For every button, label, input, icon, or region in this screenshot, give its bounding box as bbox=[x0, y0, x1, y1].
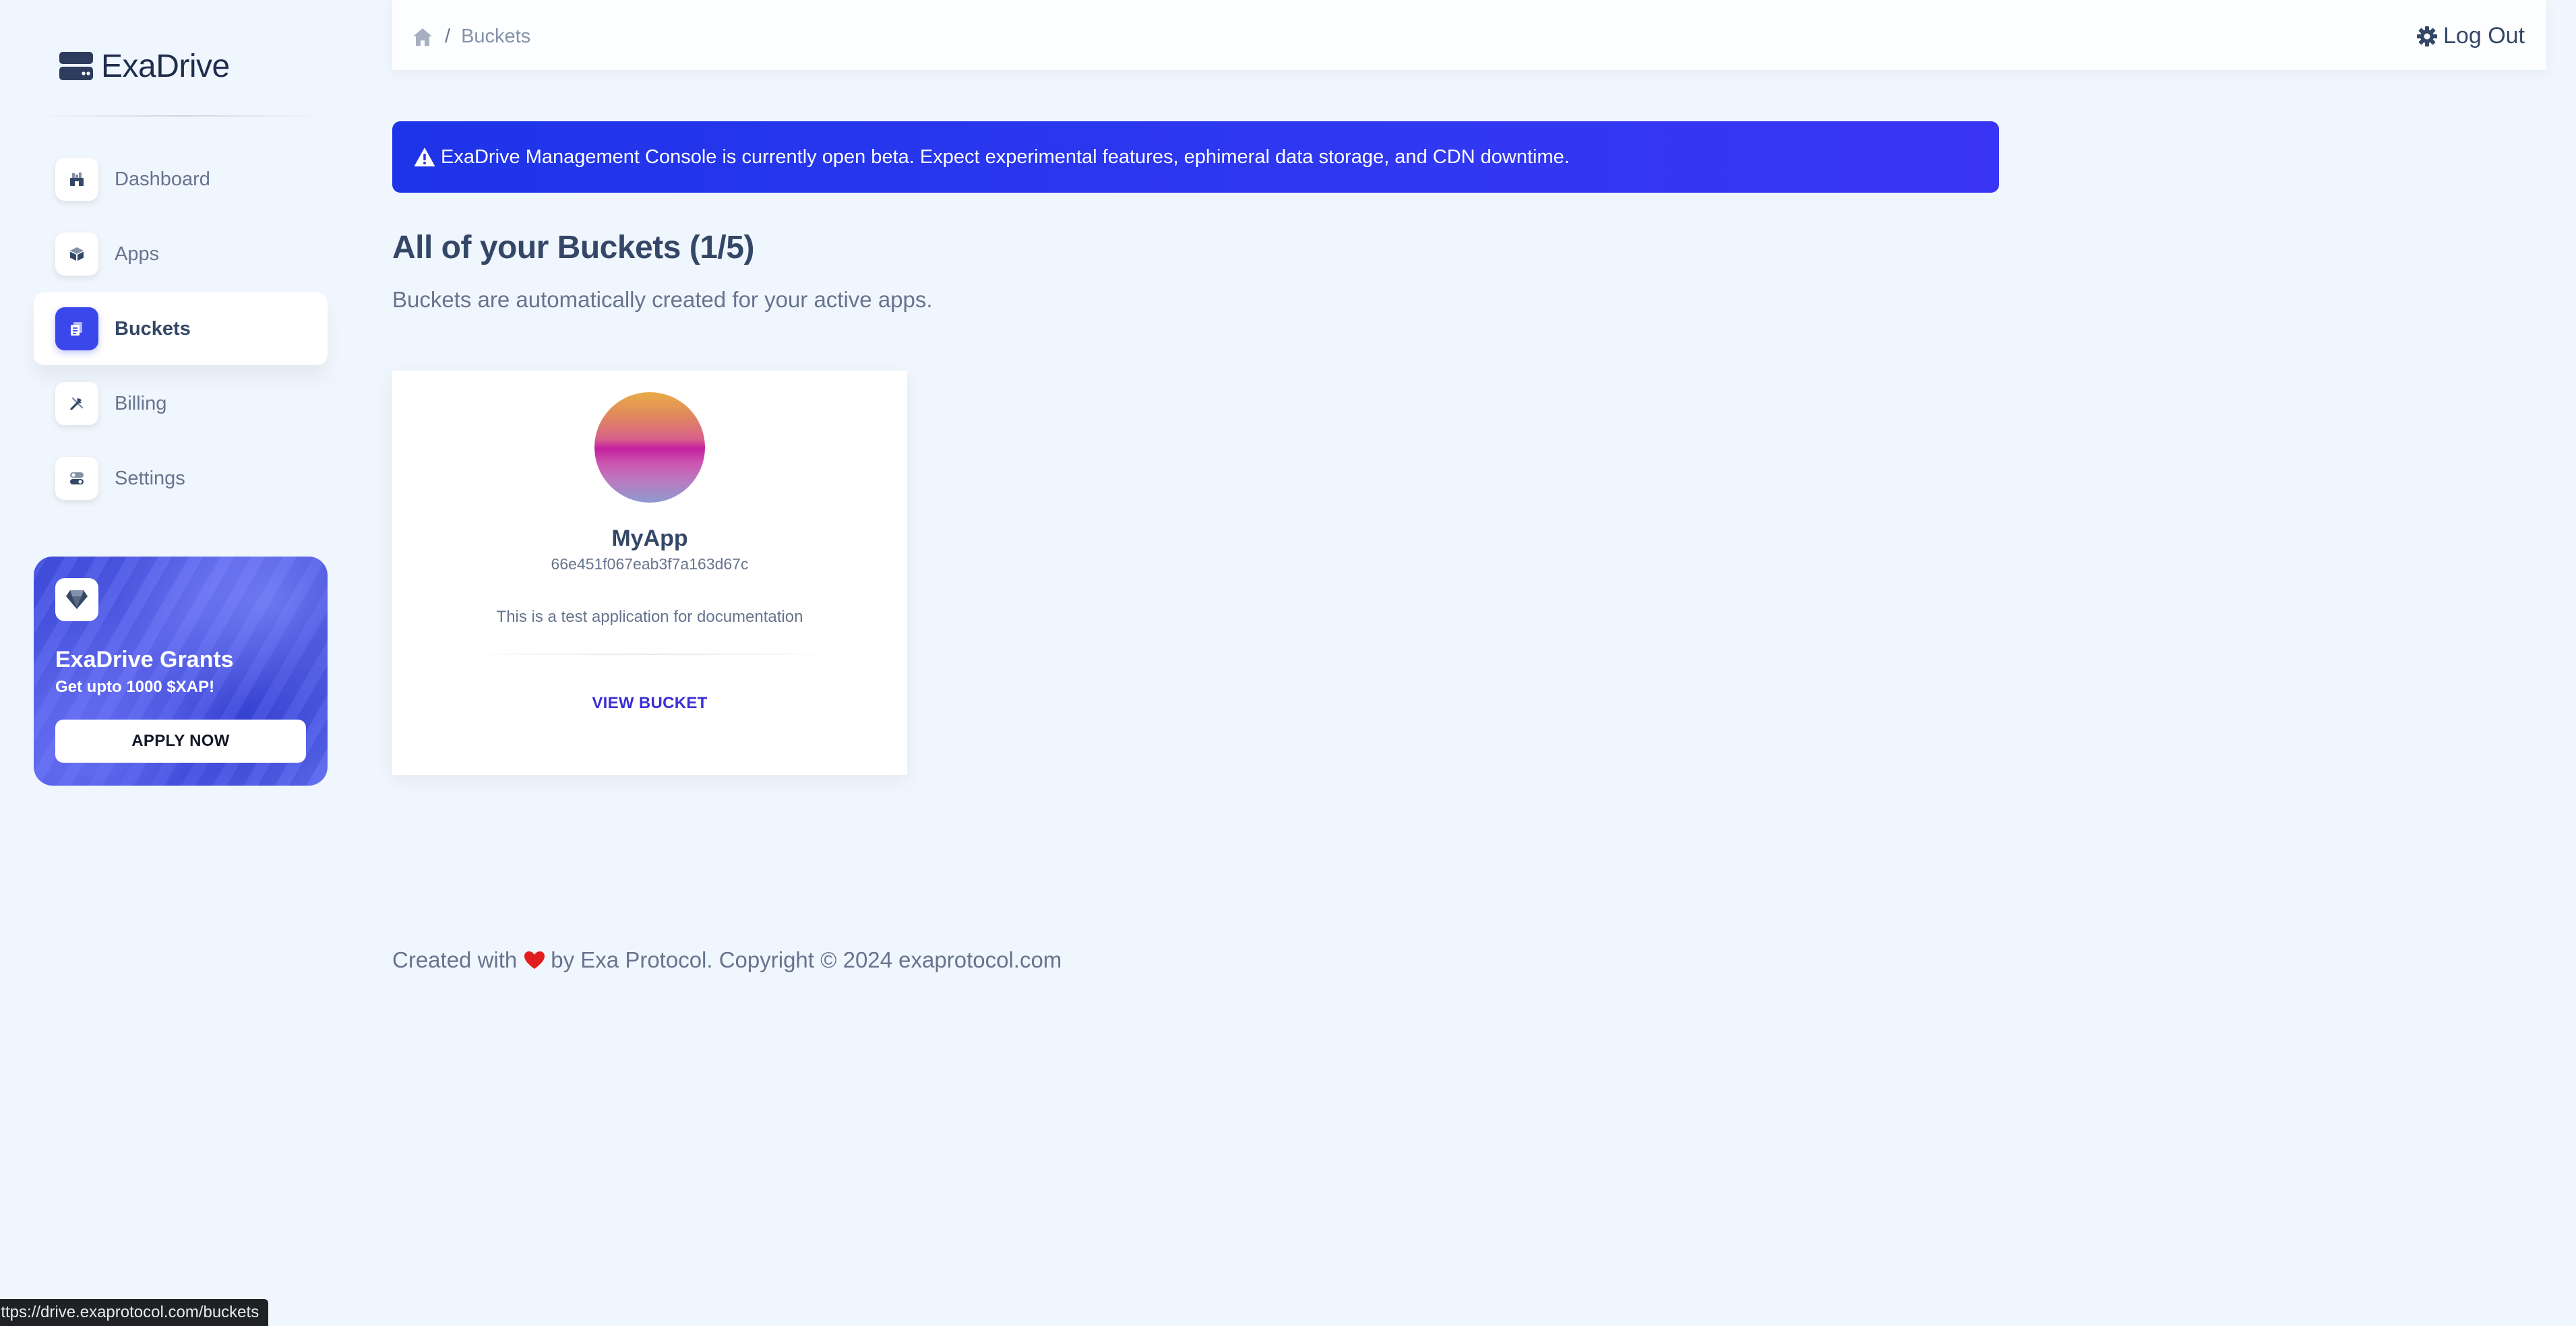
sidebar-item-label: Billing bbox=[115, 392, 167, 414]
document-icon bbox=[55, 307, 98, 350]
sidebar-item-dashboard[interactable]: Dashboard bbox=[34, 143, 328, 216]
bucket-name: MyApp bbox=[611, 526, 688, 551]
alert-text: ExaDrive Management Console is currently… bbox=[441, 146, 1570, 168]
page-subtitle: Buckets are automatically created for yo… bbox=[392, 287, 933, 312]
sidebar-item-label: Dashboard bbox=[115, 168, 210, 190]
card-divider bbox=[453, 654, 847, 655]
logout-label: Log Out bbox=[2443, 23, 2525, 49]
logout-button[interactable]: Log Out bbox=[2416, 23, 2525, 49]
sidebar-item-buckets[interactable]: Buckets bbox=[34, 292, 328, 365]
cube-icon bbox=[55, 232, 98, 276]
sidebar-item-billing[interactable]: Billing bbox=[34, 367, 328, 440]
sidebar-item-label: Settings bbox=[115, 467, 185, 489]
bucket-avatar bbox=[594, 392, 705, 503]
footer-prefix: Created with bbox=[392, 947, 518, 972]
breadcrumb-separator: / bbox=[445, 26, 451, 47]
diamond-icon bbox=[55, 578, 98, 621]
page-title: All of your Buckets (1/5) bbox=[392, 230, 754, 265]
sidebar-divider bbox=[34, 115, 328, 117]
brand-logo-link[interactable]: ExaDrive bbox=[59, 46, 230, 86]
sidebar-item-settings[interactable]: Settings bbox=[34, 442, 328, 515]
sidebar-item-label: Apps bbox=[115, 243, 160, 265]
heart-icon bbox=[524, 951, 545, 969]
home-icon[interactable] bbox=[412, 28, 433, 46]
footer: Created with by Exa Protocol. Copyright … bbox=[392, 947, 1062, 973]
shop-icon bbox=[55, 158, 98, 201]
bucket-id: 66e451f067eab3f7a163d67c bbox=[551, 555, 749, 573]
warning-icon bbox=[414, 148, 435, 166]
bucket-card: MyApp 66e451f067eab3f7a163d67c This is a… bbox=[392, 371, 907, 775]
breadcrumb: / Buckets bbox=[412, 26, 530, 48]
status-url-text: https://drive.exaprotocol.com/buckets bbox=[0, 1303, 259, 1321]
apply-now-button[interactable]: APPLY NOW bbox=[55, 720, 306, 763]
beta-alert: ExaDrive Management Console is currently… bbox=[392, 121, 1999, 193]
brand-name: ExaDrive bbox=[101, 48, 230, 84]
hard-drive-icon bbox=[59, 52, 93, 80]
grants-title: ExaDrive Grants bbox=[55, 647, 234, 672]
sidebar: ExaDrive Dashboard Apps Buckets Billing … bbox=[0, 0, 357, 1326]
status-bar-url: https://drive.exaprotocol.com/buckets bbox=[0, 1299, 269, 1326]
breadcrumb-current: Buckets bbox=[461, 26, 531, 47]
sidebar-item-apps[interactable]: Apps bbox=[34, 218, 328, 290]
bucket-description: This is a test application for documenta… bbox=[496, 608, 803, 626]
gear-icon bbox=[2417, 26, 2438, 46]
view-bucket-button[interactable]: VIEW BUCKET bbox=[392, 694, 907, 713]
tools-icon bbox=[55, 382, 98, 425]
switches-icon bbox=[55, 457, 98, 500]
grants-card: ExaDrive Grants Get upto 1000 $XAP! APPL… bbox=[34, 557, 328, 786]
grants-subtitle: Get upto 1000 $XAP! bbox=[55, 678, 215, 696]
footer-suffix: by Exa Protocol. Copyright © 2024 exapro… bbox=[551, 947, 1062, 972]
top-navbar: / Buckets Log Out bbox=[392, 0, 2546, 70]
sidebar-item-label: Buckets bbox=[115, 317, 191, 340]
sidebar-nav: Dashboard Apps Buckets Billing Settings bbox=[34, 143, 328, 517]
